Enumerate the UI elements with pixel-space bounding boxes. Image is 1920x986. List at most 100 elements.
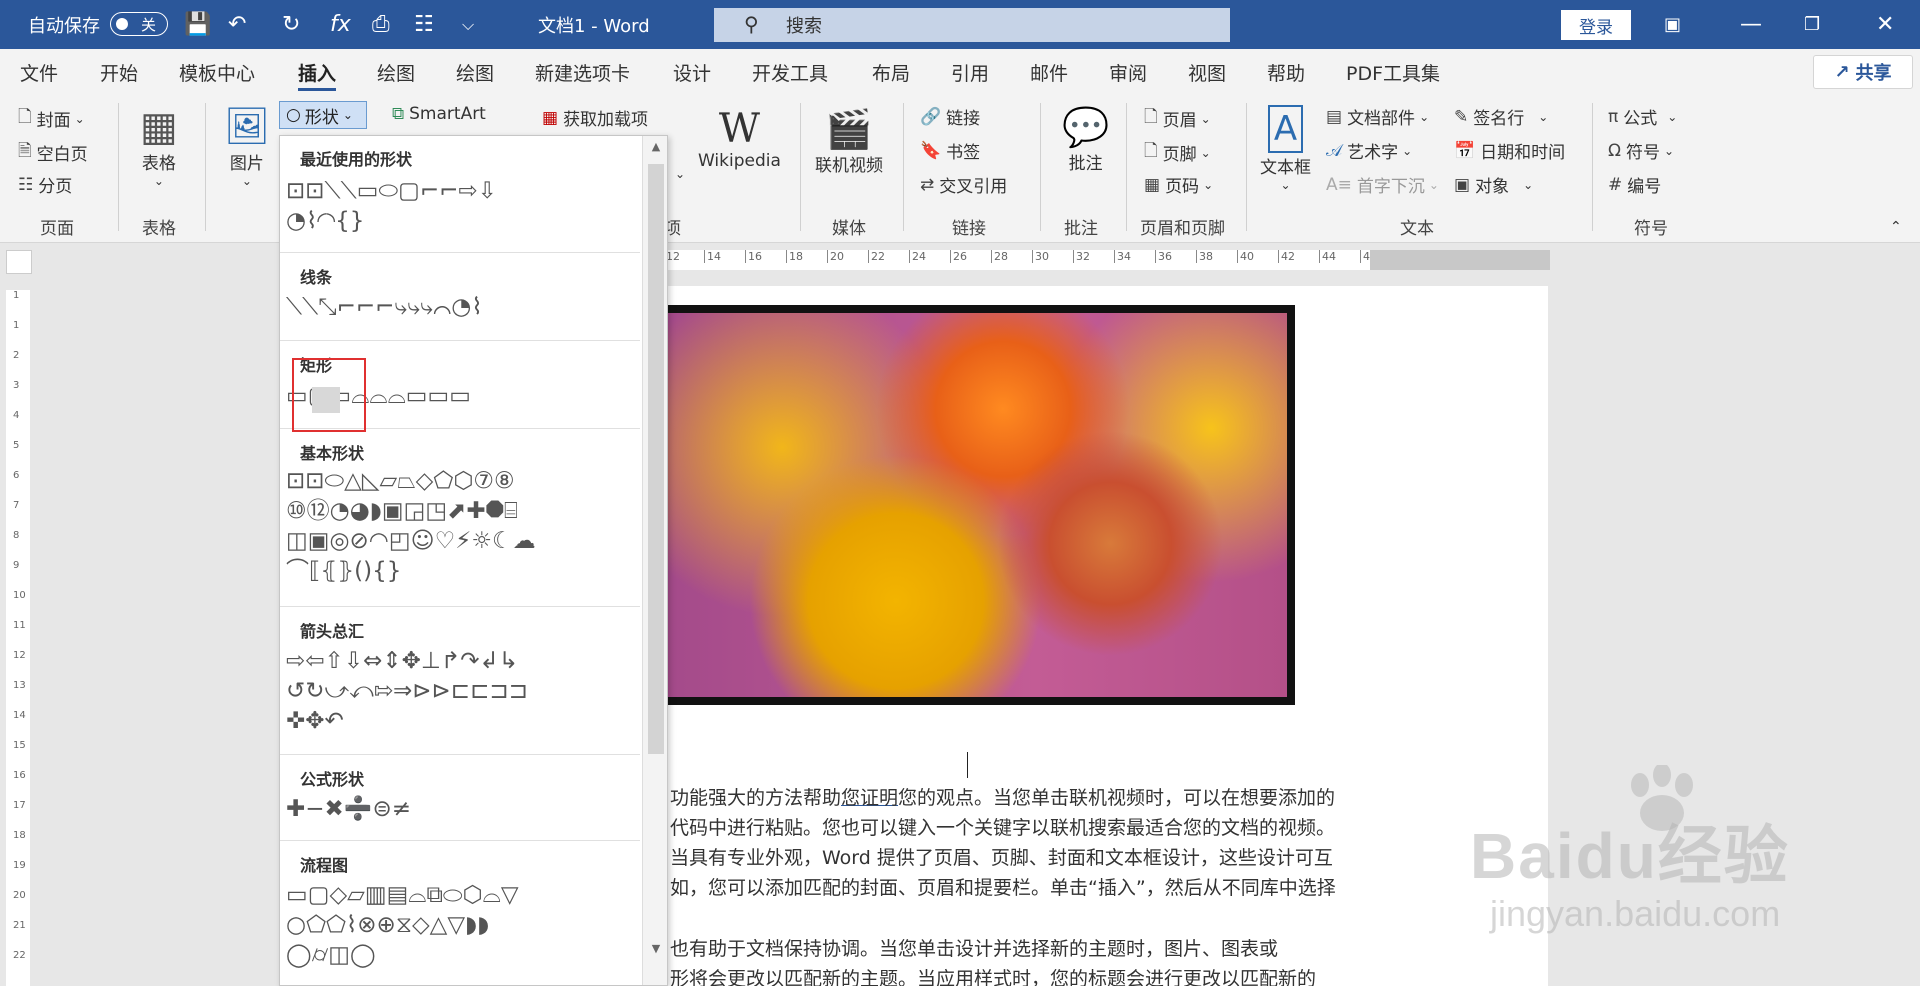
number-button[interactable]: # 编号 <box>1608 172 1661 198</box>
shape-row[interactable]: ▭▢◇▱▥▤⌓⧉⬭⬡⌓▽ <box>286 880 519 910</box>
doc-line-1[interactable]: 功能强大的方法帮助您证明您的观点。当您单击联机视频时，可以在想要添加的 <box>670 783 1335 813</box>
drop-cap-button[interactable]: A≡ 首字下沉 ⌄ <box>1326 172 1439 198</box>
touch-mode-icon[interactable]: ⎙ <box>372 0 390 49</box>
tab-design[interactable]: 设计 <box>673 49 711 95</box>
addins-dropdown-icon[interactable]: ⌄ <box>675 167 685 181</box>
tab-selector[interactable] <box>6 250 32 274</box>
cross-reference-button[interactable]: ⇄ 交叉引用 <box>920 172 1007 198</box>
symbol-button[interactable]: Ω 符号 ⌄ <box>1608 138 1674 164</box>
scroll-up-icon[interactable]: ▲ <box>648 140 664 158</box>
function-icon[interactable]: fx <box>330 0 351 49</box>
shape-row[interactable]: ⑩⑫◔◕◗▣◲◳⬈✚⯃⌸ <box>286 496 518 526</box>
shape-row[interactable]: ⇨⇦⇧⇩⇔⇕✥⊥↱↷↲↳ <box>286 646 518 676</box>
shape-row[interactable]: ⟍⟍⤡⌐⌐⌐⤷⤷⤷⌒◔⌇ <box>286 292 483 322</box>
wikipedia-button[interactable]: W Wikipedia <box>698 107 781 171</box>
shape-row[interactable]: ◯⌭◫◯ <box>286 940 376 970</box>
shape-row[interactable]: ✜✥↶ <box>286 706 344 736</box>
search-box[interactable]: ⚲ 搜索 <box>714 8 1230 42</box>
table-button[interactable]: ▦ 表格 ⌄ <box>140 105 178 188</box>
table-icon: ▦ <box>140 104 178 150</box>
tab-view[interactable]: 视图 <box>1188 49 1226 95</box>
bookmark-button[interactable]: 🔖 书签 <box>920 138 980 164</box>
ruler-tick: 20 <box>827 250 868 263</box>
online-video-button[interactable]: 🎬 联机视频 <box>815 107 883 176</box>
shape-row[interactable]: ◔⌇◜◝{} <box>286 206 364 236</box>
tab-layout[interactable]: 布局 <box>872 49 910 95</box>
ruler-tick: 15 <box>13 740 26 751</box>
shape-row[interactable]: ⊡⊡⟍⟍▭⬭▢⌐⌐⇨⇩ <box>286 176 497 206</box>
autosave-state: 关 <box>141 16 157 34</box>
tab-file[interactable]: 文件 <box>20 49 58 95</box>
restore-icon[interactable]: ❐ <box>1804 0 1820 49</box>
autosave-toggle[interactable]: 关 <box>110 12 168 36</box>
header-button[interactable]: 🗋 页眉 ⌄ <box>1144 104 1211 133</box>
shape-row[interactable]: ⌒⟦⦃⦄(){} <box>286 556 401 586</box>
doc-line-5[interactable]: 也有助于文档保持协调。当您单击设计并选择新的主题时，图片、图表或 <box>670 934 1278 964</box>
login-button[interactable]: 登录 <box>1561 10 1631 40</box>
hierarchy-icon[interactable]: ☷ <box>414 0 434 49</box>
doc-line-2[interactable]: 代码中进行粘贴。您也可以键入一个关键字以联机搜索最适合您的文档的视频。 <box>670 813 1335 843</box>
search-icon: ⚲ <box>744 12 759 36</box>
scroll-down-icon[interactable]: ▼ <box>648 942 664 960</box>
cover-button[interactable]: 🗋 封面 ⌄ <box>18 104 85 133</box>
textbox-button[interactable]: A 文本框 ⌄ <box>1260 105 1311 192</box>
blank-page-button[interactable]: 🗎 空白页 <box>18 138 88 167</box>
doc-line-3[interactable]: 当具有专业外观，Word 提供了页眉、页脚、封面和文本框设计，这些设计可互 <box>670 843 1333 873</box>
tab-draw-2[interactable]: 绘图 <box>456 49 494 95</box>
date-time-button[interactable]: 📅 日期和时间 <box>1454 138 1565 164</box>
doc-line-6[interactable]: 形将会更改以匹配新的主题。当应用样式时，您的标题会进行更改以匹配新的 <box>670 964 1316 986</box>
tab-developer[interactable]: 开发工具 <box>752 49 828 95</box>
ruler-tick: 17 <box>13 800 26 811</box>
tab-new-tab[interactable]: 新建选项卡 <box>535 49 630 95</box>
save-icon[interactable]: 💾 <box>184 0 211 49</box>
link-button[interactable]: 🔗 链接 <box>920 104 980 130</box>
scroll-thumb[interactable] <box>648 164 664 754</box>
shapes-icon: ○ <box>286 105 301 125</box>
smartart-button[interactable]: ⧉ SmartArt <box>392 104 486 124</box>
doc-line-4[interactable]: 如，您可以添加匹配的封面、页眉和提要栏。单击“插入”，然后从不同库中选择 <box>670 873 1336 903</box>
collapse-ribbon-icon[interactable]: ⌃ <box>1890 219 1902 235</box>
gallery-scrollbar[interactable]: ▲ ▼ <box>642 136 667 985</box>
equation-button[interactable]: π 公式 ⌄ <box>1608 104 1677 130</box>
tab-home[interactable]: 开始 <box>100 49 138 95</box>
customize-qat-icon[interactable]: ⌵ <box>462 0 474 49</box>
get-addins-button[interactable]: ▦ 获取加载项 <box>542 105 648 131</box>
shapes-gallery[interactable]: 最近使用的形状 ⊡⊡⟍⟍▭⬭▢⌐⌐⇨⇩ ◔⌇◜◝{} 线条 ⟍⟍⤡⌐⌐⌐⤷⤷⤷⌒… <box>279 135 668 986</box>
tab-pdf-tools[interactable]: PDF工具集 <box>1346 49 1440 95</box>
share-button[interactable]: ↗ 共享 <box>1813 55 1913 89</box>
tab-draw[interactable]: 绘图 <box>377 49 415 95</box>
shapes-button[interactable]: ○ 形状 ⌄ <box>279 101 367 129</box>
vertical-ruler[interactable]: 1 1 2 3 4 5 6 7 8 9 10 11 12 13 14 15 16 17 18 19 20 21 22 <box>6 290 30 986</box>
tab-template-center[interactable]: 模板中心 <box>179 49 255 95</box>
document-parts-button[interactable]: ▤ 文档部件 ⌄ <box>1326 104 1429 130</box>
shape-row[interactable]: ✚−✖➗⊜≠ <box>286 794 411 824</box>
tab-insert[interactable]: 插入 <box>298 49 337 95</box>
footer-icon: 🗋 <box>1144 141 1158 161</box>
shape-row[interactable]: ○⬠⬠⌇⊗⊕⧖◇△▽◗◗ <box>286 910 489 940</box>
tab-mailings[interactable]: 邮件 <box>1030 49 1068 95</box>
shape-row[interactable]: ↺↻⤻⤺⇰⇒⊳⊳⊏⊏⊐⊐ <box>286 676 528 706</box>
horizontal-ruler[interactable]: 6810121416182022242628303234363840424446… <box>540 250 1550 270</box>
tab-help[interactable]: 帮助 <box>1267 49 1305 95</box>
comment-button[interactable]: 💬 批注 <box>1062 105 1109 174</box>
shape-row[interactable]: ◫▣◎⊘◠◰☺♡⚡☼☾☁ <box>286 526 536 556</box>
ruler-tick: 19 <box>13 860 26 871</box>
shape-row[interactable]: ⊡⊡⬭△◺▱⏢◇⬠⬡⑦⑧ <box>286 466 515 496</box>
page-number-button[interactable]: ▦ 页码 ⌄ <box>1144 172 1213 198</box>
tab-review[interactable]: 审阅 <box>1109 49 1147 95</box>
search-placeholder: 搜索 <box>786 16 822 37</box>
picture-button[interactable]: 🖼 图片 ⌄ <box>224 105 270 188</box>
ribbon-display-icon[interactable]: ▣ <box>1664 0 1681 49</box>
object-button[interactable]: ▣ 对象 ⌄ <box>1454 172 1533 198</box>
minimize-icon[interactable]: — <box>1740 0 1762 49</box>
tab-references[interactable]: 引用 <box>951 49 989 95</box>
undo-icon[interactable]: ↶ <box>228 0 246 49</box>
wordart-button[interactable]: 𝒜 艺术字 ⌄ <box>1326 138 1412 164</box>
signature-line-button[interactable]: ✎ 签名行 ⌄ <box>1454 104 1548 130</box>
inserted-picture[interactable] <box>648 305 1295 705</box>
calendar-icon: 📅 <box>1454 140 1476 161</box>
redo-icon[interactable]: ↻ <box>282 0 300 49</box>
close-icon[interactable]: ✕ <box>1876 0 1894 49</box>
page-break-button[interactable]: ☷ 分页 <box>18 172 72 198</box>
footer-button[interactable]: 🗋 页脚 ⌄ <box>1144 138 1211 167</box>
